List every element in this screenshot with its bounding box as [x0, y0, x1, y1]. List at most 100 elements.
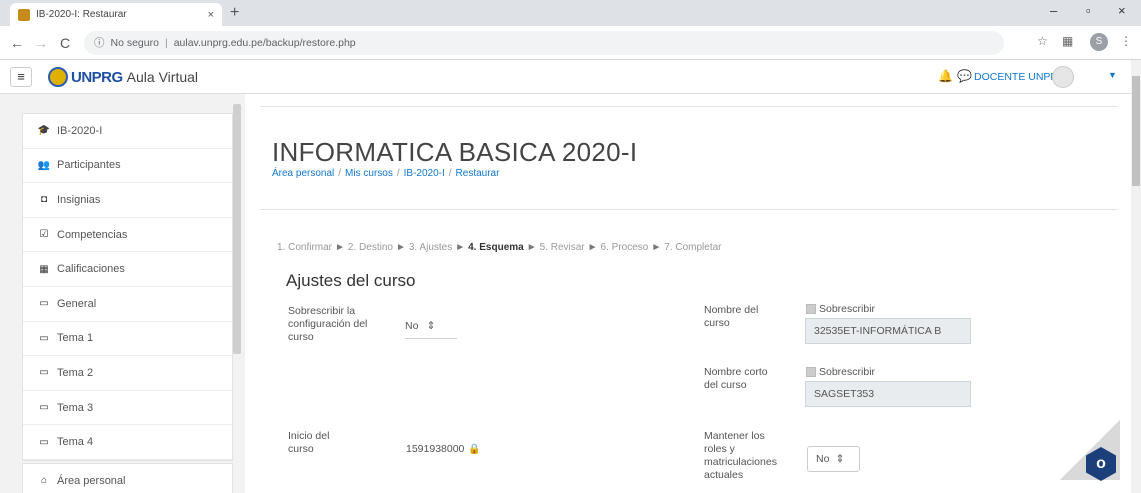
- user-menu-chevron-down-icon[interactable]: ▼: [1108, 70, 1117, 80]
- breadcrumb-item[interactable]: Área personal: [272, 168, 334, 179]
- course-name-overwrite-label: Sobrescribir: [819, 303, 876, 315]
- new-tab-button[interactable]: +: [230, 4, 239, 22]
- address-bar: ← → C ⓘ No seguro | aulav.unprg.edu.pe/b…: [0, 26, 1141, 60]
- browser-menu-icon[interactable]: ⋮: [1120, 34, 1132, 48]
- sidebar-scrollbar[interactable]: [233, 104, 241, 354]
- browser-tabstrip: IB-2020-I: Restaurar × + – ▫ ×: [0, 0, 1141, 26]
- sidebar-item-tema-1[interactable]: ▭ Tema 1: [23, 322, 232, 357]
- step-arrow-icon: ►: [395, 242, 406, 253]
- restore-step: 3. Ajustes: [408, 242, 453, 253]
- checkbox-icon: [806, 367, 816, 377]
- short-name-field[interactable]: SAGSET353: [805, 381, 971, 407]
- keep-roles-select[interactable]: No ⇕: [807, 446, 860, 472]
- page-scrollbar[interactable]: [1131, 60, 1141, 493]
- forward-icon[interactable]: →: [34, 35, 48, 51]
- restore-step: 2. Destino: [347, 242, 393, 253]
- url-text: aulav.unprg.edu.pe/backup/restore.php: [173, 36, 356, 49]
- breadcrumb-item[interactable]: Mis cursos: [345, 168, 393, 179]
- folder-icon: ▭: [39, 332, 49, 344]
- menu-toggle-icon[interactable]: ≡: [10, 67, 32, 87]
- folder-icon: ▭: [39, 298, 49, 310]
- course-name-label: Nombre del curso: [704, 304, 759, 329]
- restore-step: 4. Esquema: [468, 242, 524, 253]
- sidebar-item-label: Insignias: [57, 193, 101, 206]
- browser-tab[interactable]: IB-2020-I: Restaurar ×: [10, 3, 222, 26]
- url-field[interactable]: ⓘ No seguro | aulav.unprg.edu.pe/backup/…: [84, 30, 1004, 55]
- course-start-value: 1591938000: [406, 443, 465, 455]
- select-arrows-icon: ⇕: [835, 453, 845, 465]
- overwrite-config-select[interactable]: No ⇕: [405, 313, 457, 339]
- back-icon[interactable]: ←: [10, 35, 24, 51]
- sidebar-item-general[interactable]: ▭ General: [23, 287, 232, 322]
- sidebar-item-label: Tema 3: [57, 401, 94, 414]
- sidebar-item-label: Área personal: [57, 474, 126, 487]
- scrollbar-thumb[interactable]: [1132, 76, 1140, 186]
- minimize-icon[interactable]: –: [1050, 3, 1057, 18]
- sidebar-item-competencias[interactable]: ☑ Competencias: [23, 218, 232, 253]
- reload-icon[interactable]: C: [58, 35, 72, 51]
- user-avatar[interactable]: [1052, 66, 1074, 88]
- graduation-cap-icon: 🎓: [37, 125, 51, 137]
- step-arrow-icon: ►: [651, 242, 662, 253]
- bookmark-star-icon[interactable]: ☆: [1037, 34, 1048, 48]
- site-nav-block: ⌂ Área personal: [22, 463, 233, 493]
- breadcrumb-separator: /: [396, 168, 400, 179]
- site-name: Aula Virtual: [126, 69, 199, 85]
- folder-icon: ▭: [39, 367, 49, 379]
- course-name-overwrite-checkbox[interactable]: Sobrescribir: [806, 303, 875, 315]
- keep-roles-value: No: [816, 453, 830, 465]
- tab-close-icon[interactable]: ×: [208, 9, 214, 21]
- breadcrumb-item[interactable]: IB-2020-I: [404, 168, 445, 179]
- university-seal-icon: [48, 67, 68, 87]
- sidebar-item-label: Tema 2: [57, 366, 94, 379]
- restore-step: 7. Completar: [664, 242, 722, 253]
- grid-icon: ▦: [39, 263, 49, 275]
- breadcrumb: Área personal / Mis cursos / IB-2020-I / Resta…: [272, 168, 499, 179]
- extensions-grid-icon[interactable]: ▦: [1062, 34, 1073, 48]
- sidebar-item-tema-2[interactable]: ▭ Tema 2: [23, 356, 232, 391]
- step-arrow-icon: ►: [587, 242, 598, 253]
- favicon-icon: [18, 8, 30, 21]
- sidebar-item-label: General: [57, 297, 97, 310]
- restore-icon[interactable]: ▫: [1086, 3, 1091, 18]
- check-square-icon: ☑: [39, 229, 49, 241]
- brand-name: UNPRG: [71, 68, 123, 86]
- restore-progress-steps: 1. Confirmar ► 2. Destino ► 3. Ajustes ► 4. Es…: [277, 242, 722, 253]
- notifications-bell-icon[interactable]: 🔔: [938, 69, 953, 83]
- short-name-label: Nombre corto del curso: [704, 366, 768, 391]
- breadcrumb-item[interactable]: Restaurar: [456, 168, 500, 179]
- main-region: INFORMATICA BASICA 2020-I Área personal /…: [245, 94, 1131, 493]
- sidebar-item-dashboard[interactable]: ⌂ Área personal: [23, 464, 232, 493]
- info-icon[interactable]: ⓘ: [94, 35, 105, 50]
- nav-drawer: 🎓 IB-2020-I 👥 Participantes ◘ Insignias ☑ Compe…: [0, 94, 245, 493]
- site-logo[interactable]: UNPRG Aula Virtual: [48, 67, 198, 87]
- tab-title: IB-2020-I: Restaurar: [36, 9, 127, 20]
- course-start-label: Inicio del curso: [288, 430, 330, 455]
- sidebar-item-ib-2020-i[interactable]: 🎓 IB-2020-I: [23, 114, 232, 149]
- checkbox-icon: [806, 304, 816, 314]
- badge-icon: ◘: [40, 194, 48, 206]
- security-label: No seguro: [110, 36, 159, 49]
- window-close-icon[interactable]: ×: [1118, 3, 1126, 18]
- course-name-field[interactable]: 32535ET-INFORMÁTICA B: [805, 318, 971, 344]
- browser-profile-icon[interactable]: S: [1090, 33, 1108, 51]
- sidebar-item-label: Competencias: [57, 228, 128, 241]
- sidebar-item-label: Tema 4: [57, 436, 94, 449]
- sidebar-item-insignias[interactable]: ◘ Insignias: [23, 183, 232, 218]
- header-divider: [260, 106, 1118, 107]
- sidebar-item-label: Tema 1: [57, 332, 94, 345]
- lock-icon: 🔒: [468, 444, 481, 455]
- sidebar-item-tema-3[interactable]: ▭ Tema 3: [23, 391, 232, 426]
- overwrite-config-value: No: [405, 319, 419, 332]
- sidebar-item-participantes[interactable]: 👥 Participantes: [23, 149, 232, 184]
- select-arrows-icon: ⇕: [426, 319, 436, 332]
- messages-chat-icon[interactable]: 💬: [957, 69, 972, 83]
- url-separator: |: [164, 36, 168, 49]
- sidebar-item-tema-4[interactable]: ▭ Tema 4: [23, 425, 232, 460]
- sidebar-item-label: Calificaciones: [57, 263, 125, 276]
- site-navbar: ≡ UNPRG Aula Virtual 🔔 💬 DOCENTE UNPRG ▼: [0, 60, 1141, 94]
- restore-step: 1. Confirmar: [277, 242, 333, 253]
- sidebar-item-calificaciones[interactable]: ▦ Calificaciones: [23, 252, 232, 287]
- sidebar-item-label: Participantes: [57, 159, 121, 172]
- short-name-overwrite-checkbox[interactable]: Sobrescribir: [806, 366, 875, 378]
